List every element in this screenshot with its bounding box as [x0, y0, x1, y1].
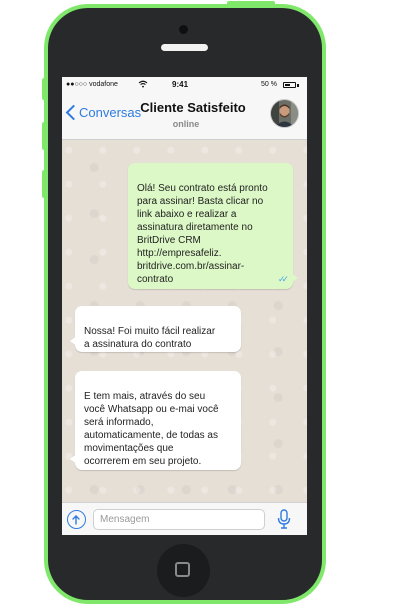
- carrier-signal: ●●○○○ vodafone: [66, 81, 118, 88]
- status-time: 9:41: [172, 80, 189, 89]
- battery-icon: [283, 82, 296, 88]
- avatar[interactable]: [270, 99, 299, 128]
- arrow-up-icon: [72, 515, 80, 525]
- message-outgoing[interactable]: Olá! Seu contrato está pronto para assin…: [128, 163, 298, 289]
- home-button[interactable]: [157, 544, 210, 597]
- message-incoming[interactable]: Nossa! Foi muito fácil realizar a assina…: [70, 306, 241, 352]
- front-camera: [179, 25, 188, 34]
- contact-status: online: [172, 119, 200, 129]
- upload-button[interactable]: [67, 510, 86, 529]
- home-square-icon: [175, 562, 190, 577]
- chat-header: Conversas Cliente Satisfeito online: [62, 92, 307, 140]
- message-incoming[interactable]: E tem mais, através do seu você Whatsapp…: [70, 371, 241, 470]
- message-text: E tem mais, através do seu você Whatsapp…: [84, 391, 219, 467]
- phone-mute-switch: [42, 78, 47, 100]
- message-input[interactable]: [93, 509, 265, 530]
- earpiece-speaker: [161, 44, 208, 51]
- microphone-icon[interactable]: [276, 509, 292, 530]
- phone-screen: ●●○○○ vodafone 9:41 50 % Conversas Clien…: [62, 77, 307, 535]
- phone-volume-down-button: [42, 170, 47, 198]
- contact-name[interactable]: Cliente Satisfeito: [132, 100, 254, 115]
- wifi-icon: [138, 80, 148, 90]
- chat-area[interactable]: Olá! Seu contrato está pronto para assin…: [62, 140, 307, 502]
- message-input-bar: [62, 502, 307, 535]
- phone-volume-up-button: [42, 122, 47, 150]
- message-text: Nossa! Foi muito fácil realizar a assina…: [84, 326, 216, 350]
- status-bar: ●●○○○ vodafone 9:41 50 %: [62, 77, 307, 92]
- message-text: Olá! Seu contrato está pronto para assin…: [137, 183, 268, 285]
- double-check-icon: ✓✓: [277, 274, 289, 284]
- phone-top-button: [227, 1, 275, 6]
- battery-tip: [297, 84, 299, 87]
- battery-percentage: 50 %: [261, 81, 277, 88]
